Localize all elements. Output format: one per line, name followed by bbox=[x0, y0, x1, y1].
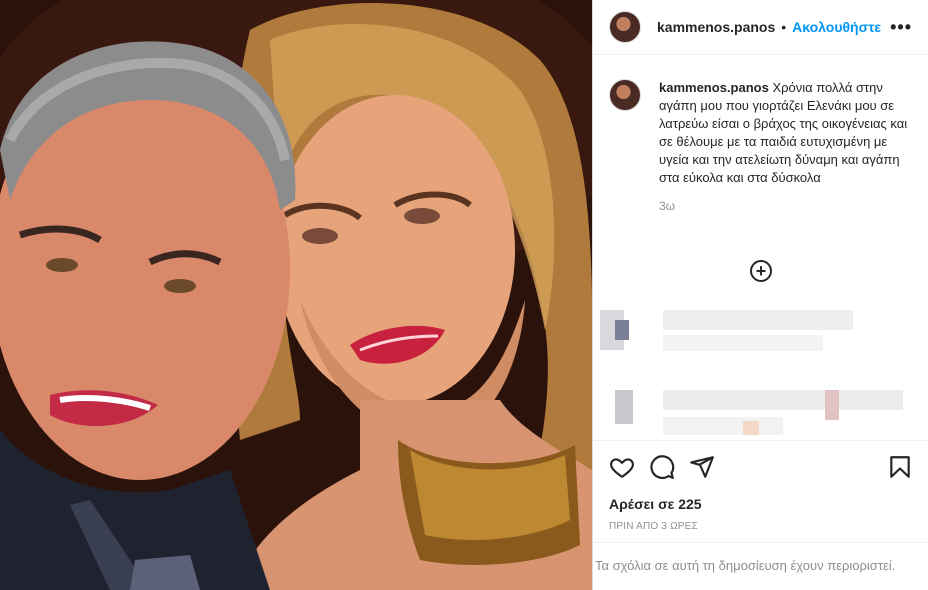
heart-icon[interactable] bbox=[609, 454, 635, 480]
caption-text: kammenos.panos Χρόνια πολλά στην αγάπη μ… bbox=[659, 79, 911, 187]
follow-button[interactable]: Ακολουθήστε bbox=[792, 19, 881, 35]
caption-username[interactable]: kammenos.panos bbox=[659, 80, 769, 95]
post-details-panel: kammenos.panos • Ακολουθήστε ••• kammeno… bbox=[592, 0, 928, 590]
header-username[interactable]: kammenos.panos bbox=[657, 19, 775, 35]
blurred-comment bbox=[593, 305, 928, 365]
caption-avatar[interactable] bbox=[609, 79, 641, 111]
comments-restricted-notice: Τα σχόλια σε αυτή τη δημοσίευση έχουν πε… bbox=[595, 558, 896, 573]
post-timestamp[interactable]: ΠΡΙΝ ΑΠΟ 3 ΩΡΕΣ bbox=[609, 521, 698, 532]
caption-time[interactable]: 3ω bbox=[659, 199, 928, 213]
caption: kammenos.panos Χρόνια πολλά στην αγάπη μ… bbox=[593, 55, 928, 187]
action-bar bbox=[609, 454, 913, 480]
comment-icon[interactable] bbox=[649, 454, 675, 480]
blurred-comment bbox=[593, 385, 928, 445]
divider bbox=[593, 542, 928, 543]
avatar[interactable] bbox=[609, 11, 641, 43]
post-header: kammenos.panos • Ακολουθήστε ••• bbox=[593, 0, 928, 55]
add-circle-icon[interactable]: + bbox=[750, 260, 772, 282]
share-icon[interactable] bbox=[689, 454, 715, 480]
separator-dot: • bbox=[781, 19, 787, 35]
post-photo[interactable] bbox=[0, 0, 592, 590]
caption-body: Χρόνια πολλά στην αγάπη μου που γιορτάζε… bbox=[659, 80, 908, 185]
more-icon[interactable]: ••• bbox=[890, 17, 912, 38]
likes-count[interactable]: Αρέσει σε 225 bbox=[609, 496, 702, 512]
divider bbox=[593, 440, 928, 441]
bookmark-icon[interactable] bbox=[887, 454, 913, 480]
photo-illustration bbox=[0, 0, 592, 590]
